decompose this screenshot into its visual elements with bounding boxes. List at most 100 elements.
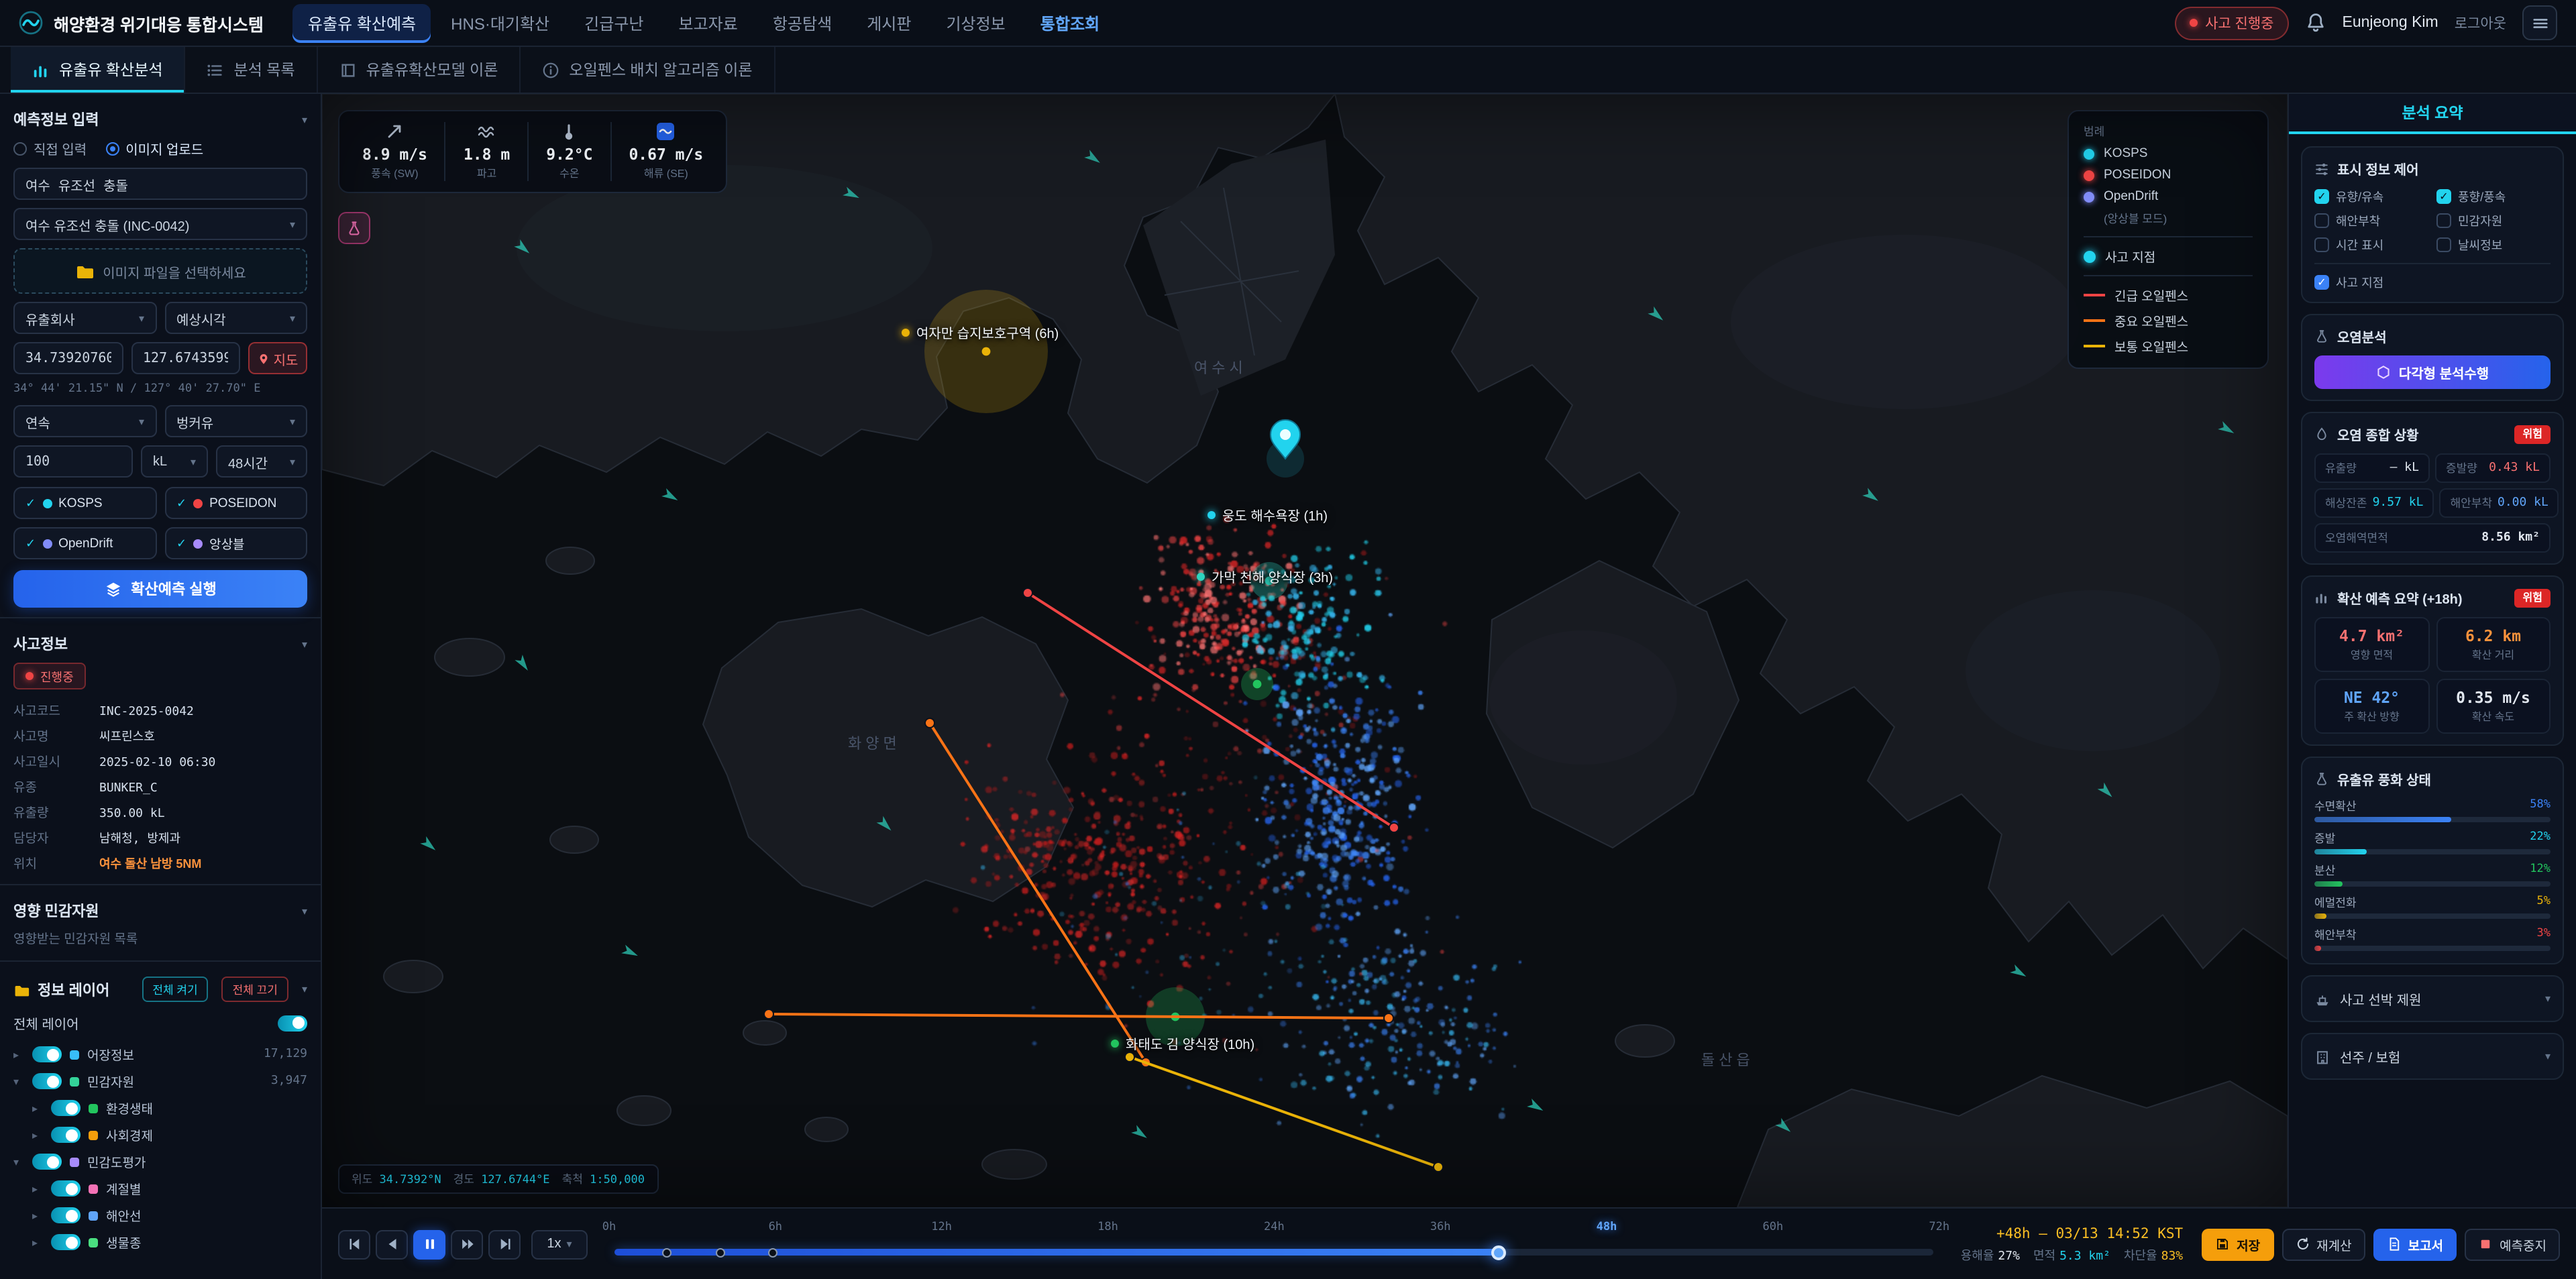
layer-row-계절별[interactable]: ▸계절별 bbox=[13, 1175, 307, 1202]
display-check-1[interactable]: ✓풍향/풍속 bbox=[2436, 188, 2551, 205]
hamburger-menu-button[interactable] bbox=[2522, 5, 2557, 40]
analysis-summary-tab[interactable]: 분석 요약 bbox=[2289, 94, 2576, 134]
timeline-tick-24h[interactable]: 24h bbox=[1264, 1221, 1285, 1234]
owner-insurance-card[interactable]: 선주 / 보험▾ bbox=[2301, 1033, 2564, 1080]
nav-item-6[interactable]: 기상정보 bbox=[931, 3, 1020, 42]
skip-end-button[interactable] bbox=[488, 1229, 521, 1259]
layer-row-어장정보[interactable]: ▸어장정보17,129 bbox=[13, 1041, 307, 1068]
nav-item-1[interactable]: HNS·대기확산 bbox=[436, 3, 564, 42]
display-check-0[interactable]: ✓유향/유속 bbox=[2314, 188, 2428, 205]
model-chip-2[interactable]: ✓OpenDrift bbox=[13, 527, 156, 559]
longitude-input[interactable] bbox=[131, 342, 240, 374]
logout-button[interactable]: 로그아웃 bbox=[2455, 13, 2506, 33]
bottom-button-2[interactable]: 보고서 bbox=[2373, 1228, 2457, 1260]
display-check-incident-point[interactable]: ✓사고 지점 bbox=[2314, 274, 2551, 291]
caret-icon[interactable]: ▾ bbox=[13, 1075, 24, 1087]
checkbox[interactable] bbox=[2436, 237, 2451, 252]
display-check-2[interactable]: 해안부착 bbox=[2314, 212, 2428, 229]
caret-icon[interactable]: ▸ bbox=[32, 1129, 43, 1141]
display-check-4[interactable]: 시간 표시 bbox=[2314, 236, 2428, 254]
checkbox[interactable]: ✓ bbox=[2314, 275, 2329, 290]
layer-toggle[interactable] bbox=[51, 1100, 80, 1116]
checkbox[interactable] bbox=[2314, 213, 2329, 228]
display-check-5[interactable]: 날씨정보 bbox=[2436, 236, 2551, 254]
timeline-tick-36h[interactable]: 36h bbox=[1430, 1221, 1451, 1234]
checkbox[interactable]: ✓ bbox=[2314, 189, 2329, 204]
timeline-track[interactable] bbox=[614, 1249, 1934, 1256]
model-chip-1[interactable]: ✓POSEIDON bbox=[164, 487, 307, 519]
pick-on-map-button[interactable]: 지도 bbox=[248, 342, 307, 374]
tab-3[interactable]: 오일펜스 배치 알고리즘 이론 bbox=[521, 47, 775, 93]
ship-spec-card[interactable]: 사고 선박 제원▾ bbox=[2301, 975, 2564, 1022]
nav-item-7[interactable]: 통합조회 bbox=[1026, 3, 1114, 42]
layer-toggle[interactable] bbox=[32, 1073, 62, 1089]
polygon-analysis-button[interactable]: 다각형 분석수행 bbox=[2314, 355, 2551, 389]
layer-toggle[interactable] bbox=[32, 1154, 62, 1170]
map-viewport[interactable]: 여자만 습지보호구역 (6h)웅도 해수욕장 (1h)가막 천해 양식장 (3h… bbox=[322, 94, 2288, 1207]
layer-toggle[interactable] bbox=[51, 1207, 80, 1223]
app-logo[interactable]: 해양환경 위기대응 통합시스템 bbox=[19, 10, 264, 36]
checkbox[interactable] bbox=[2314, 237, 2329, 252]
map-measure-tool-button[interactable] bbox=[338, 212, 370, 244]
incident-in-progress-badge[interactable]: 사고 진행중 bbox=[2174, 6, 2288, 40]
nav-item-5[interactable]: 게시판 bbox=[852, 3, 926, 42]
collapse-icon[interactable]: ▾ bbox=[302, 983, 307, 995]
tab-2[interactable]: 유출유확산모델 이론 bbox=[318, 47, 521, 93]
model-chip-0[interactable]: ✓KOSPS bbox=[13, 487, 156, 519]
nav-item-3[interactable]: 보고자료 bbox=[664, 3, 753, 42]
oil-type-select[interactable]: 벙커유▾ bbox=[164, 405, 307, 437]
timeline-tick-48h[interactable]: 48h bbox=[1597, 1221, 1617, 1234]
caret-icon[interactable]: ▸ bbox=[32, 1209, 43, 1221]
bottom-button-1[interactable]: 재계산 bbox=[2282, 1228, 2365, 1260]
bottom-button-0[interactable]: 저장 bbox=[2202, 1228, 2273, 1260]
timeline-tick-12h[interactable]: 12h bbox=[931, 1221, 952, 1234]
time-select[interactable]: 예상시각▾ bbox=[164, 302, 307, 334]
checkbox[interactable] bbox=[2436, 213, 2451, 228]
step-back-button[interactable] bbox=[376, 1229, 408, 1259]
timeline-tick-18h[interactable]: 18h bbox=[1097, 1221, 1118, 1234]
nav-item-4[interactable]: 항공탐색 bbox=[758, 3, 847, 42]
tab-0[interactable]: 유출유 확산분석 bbox=[11, 47, 186, 93]
layer-row-민감도평가[interactable]: ▾민감도평가 bbox=[13, 1148, 307, 1175]
collapse-icon[interactable]: ▾ bbox=[302, 905, 307, 917]
image-dropzone[interactable]: 이미지 파일을 선택하세요 bbox=[13, 248, 307, 294]
timeline-thumb[interactable] bbox=[1491, 1245, 1506, 1260]
layer-toggle[interactable] bbox=[51, 1180, 80, 1197]
nav-item-2[interactable]: 긴급구난 bbox=[570, 3, 658, 42]
radio-image-upload[interactable]: 이미지 업로드 bbox=[105, 138, 203, 158]
model-chip-3[interactable]: ✓앙상블 bbox=[164, 527, 307, 559]
collapse-icon[interactable]: ▾ bbox=[302, 638, 307, 650]
layers-all-on-button[interactable]: 전체 켜기 bbox=[142, 977, 208, 1002]
timeline-tick-0h[interactable]: 0h bbox=[602, 1221, 616, 1234]
layer-row-해안선[interactable]: ▸해안선 bbox=[13, 1202, 307, 1229]
incident-select[interactable]: 여수 유조선 충돌 (INC-0042)▾ bbox=[13, 208, 307, 240]
duration-select[interactable]: 48시간▾ bbox=[216, 445, 307, 478]
skip-start-button[interactable] bbox=[338, 1229, 370, 1259]
caret-icon[interactable]: ▸ bbox=[13, 1048, 24, 1060]
pause-button[interactable] bbox=[413, 1229, 445, 1259]
spill-type-select[interactable]: 연속▾ bbox=[13, 405, 156, 437]
caret-icon[interactable]: ▸ bbox=[32, 1102, 43, 1114]
layer-toggle[interactable] bbox=[51, 1234, 80, 1250]
caret-icon[interactable]: ▸ bbox=[32, 1236, 43, 1248]
run-prediction-button[interactable]: 확산예측 실행 bbox=[13, 570, 307, 608]
layer-toggle[interactable] bbox=[51, 1127, 80, 1143]
layer-toggle[interactable] bbox=[32, 1046, 62, 1062]
unit-select[interactable]: kL▾ bbox=[141, 445, 208, 478]
layers-all-off-button[interactable]: 전체 끄기 bbox=[222, 977, 288, 1002]
layer-row-환경생태[interactable]: ▸환경생태 bbox=[13, 1095, 307, 1121]
timeline[interactable]: 0h6h12h18h24h36h48h60h72h bbox=[609, 1209, 1939, 1279]
collapse-icon[interactable]: ▾ bbox=[302, 113, 307, 125]
layer-row-생물종[interactable]: ▸생물종 bbox=[13, 1229, 307, 1256]
timeline-tick-60h[interactable]: 60h bbox=[1763, 1221, 1784, 1234]
timeline-event-marker-2[interactable] bbox=[768, 1247, 777, 1257]
latitude-input[interactable] bbox=[13, 342, 123, 374]
fast-forward-button[interactable] bbox=[451, 1229, 483, 1259]
timeline-event-marker-1[interactable] bbox=[715, 1247, 724, 1257]
tab-1[interactable]: 분석 목록 bbox=[186, 47, 318, 93]
company-select[interactable]: 유출회사▾ bbox=[13, 302, 156, 334]
timeline-tick-6h[interactable]: 6h bbox=[769, 1221, 783, 1234]
amount-input[interactable] bbox=[13, 445, 133, 478]
layer-row-사회경제[interactable]: ▸사회경제 bbox=[13, 1121, 307, 1148]
caret-icon[interactable]: ▸ bbox=[32, 1182, 43, 1194]
